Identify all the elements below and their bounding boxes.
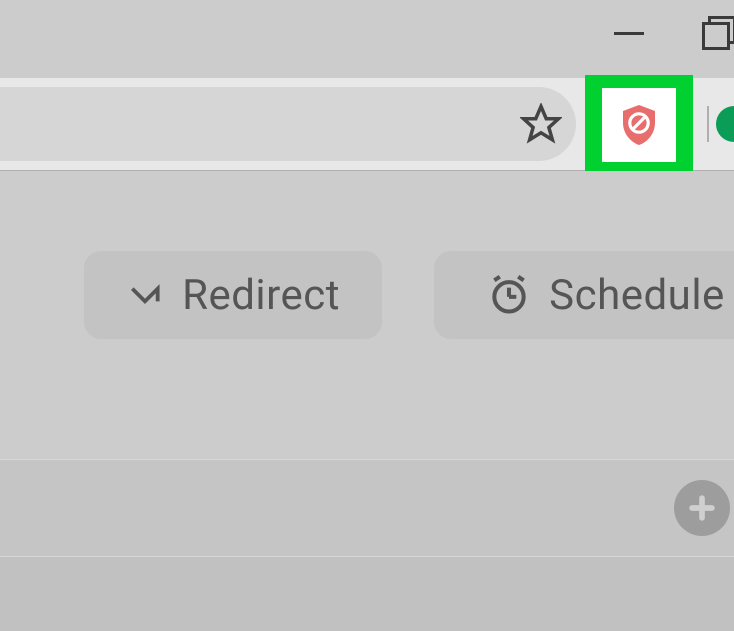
plus-icon [685, 491, 719, 525]
redirect-button[interactable]: Redirect [84, 251, 382, 339]
browser-toolbar [0, 78, 734, 171]
redirect-label: Redirect [182, 271, 340, 320]
bottom-area [0, 557, 734, 631]
schedule-label: Schedule [549, 271, 725, 320]
list-strip [0, 459, 734, 557]
extension-highlight-box [585, 75, 693, 175]
redirect-arrow-icon [126, 276, 164, 314]
extension-button[interactable] [602, 88, 676, 162]
add-fab[interactable] [674, 480, 730, 536]
profile-avatar[interactable] [716, 106, 734, 142]
toolbar-separator [707, 106, 709, 142]
minimize-icon[interactable] [614, 32, 644, 35]
bookmark-star-icon[interactable] [520, 103, 562, 145]
extension-content-area: Redirect Schedule [0, 171, 734, 459]
window-titlebar [0, 0, 734, 78]
alarm-clock-icon [487, 273, 531, 317]
schedule-button[interactable]: Schedule [434, 251, 734, 339]
address-bar[interactable] [0, 87, 576, 161]
maximize-restore-icon[interactable] [704, 20, 730, 46]
shield-block-icon [615, 101, 663, 149]
